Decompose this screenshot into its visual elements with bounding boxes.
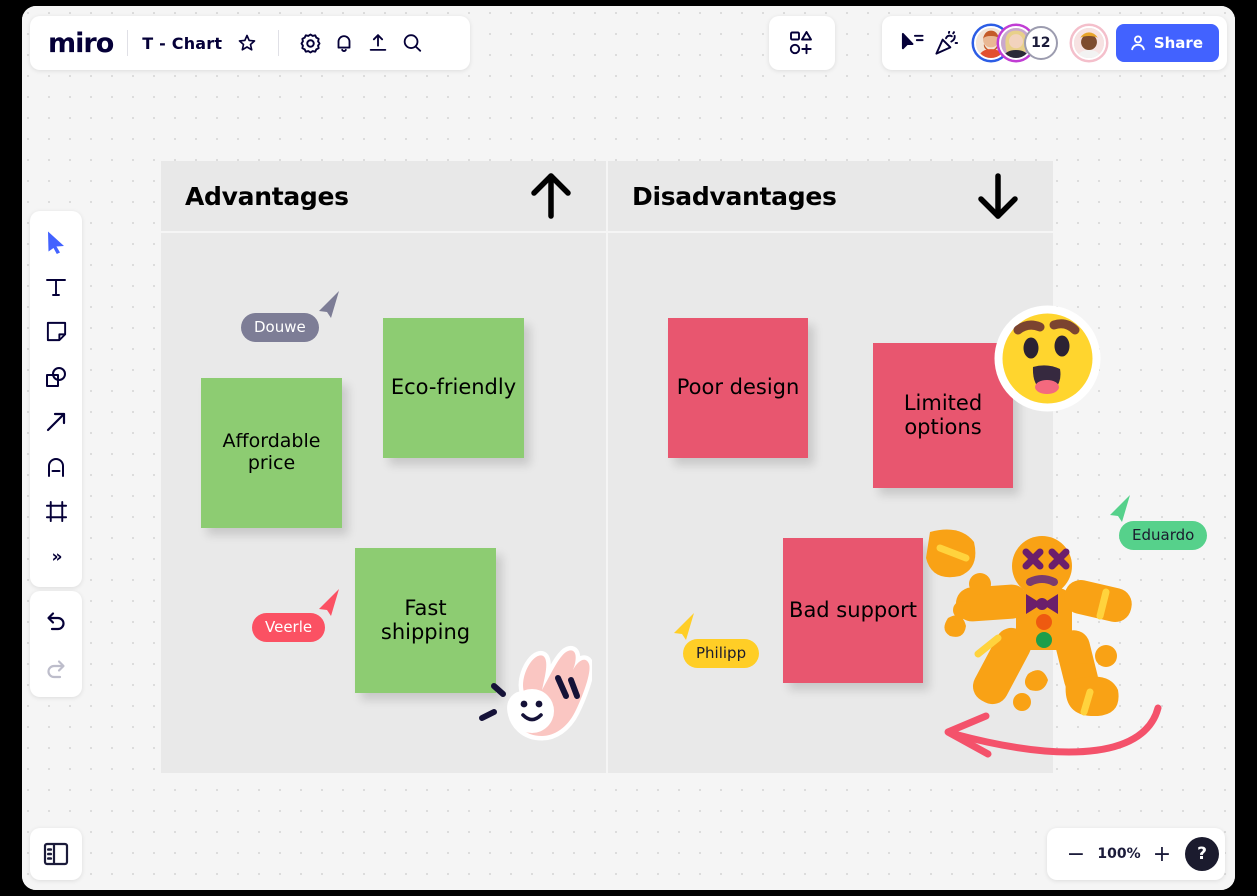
tool-connection-line[interactable]	[36, 399, 76, 444]
share-button[interactable]: Share	[1115, 24, 1219, 62]
apps-panel-button[interactable]	[769, 16, 835, 70]
cursor-label-philipp: Philipp	[683, 639, 760, 668]
party-popper-icon[interactable]	[930, 26, 964, 60]
avatar-current-user[interactable]	[1071, 26, 1106, 60]
cursor-icon	[48, 231, 64, 254]
gear-icon[interactable]	[293, 26, 327, 60]
sticky-note-text: Bad support	[789, 597, 917, 622]
cursor-label-douwe: Douwe	[241, 313, 319, 342]
tool-text[interactable]	[36, 264, 76, 309]
tool-sticky-note[interactable]	[36, 309, 76, 354]
curved-arrow-annotation[interactable]	[914, 696, 1164, 776]
bell-icon[interactable]	[327, 26, 361, 60]
tool-select[interactable]	[36, 219, 76, 264]
left-toolbar: »	[30, 211, 82, 587]
tool-pen[interactable]	[36, 444, 76, 489]
collaborator-avatars[interactable]: 12	[973, 26, 1106, 60]
ok-hand-sticker[interactable]	[474, 632, 595, 742]
arrow-up-icon	[531, 173, 571, 219]
zoom-in-button[interactable]: +	[1147, 839, 1177, 869]
zoom-toolbar: − 100% + ?	[1047, 828, 1225, 880]
tool-shapes[interactable]	[36, 354, 76, 399]
sticky-note-text: Poor design	[676, 375, 800, 400]
cursor-pointer-icon	[1110, 495, 1130, 522]
star-icon[interactable]	[230, 26, 264, 60]
board-title[interactable]: T - Chart	[142, 34, 222, 53]
panel-disadvantages-title: Disadvantages	[632, 181, 837, 211]
zoom-out-button[interactable]: −	[1061, 839, 1091, 869]
cursor-label-veerle: Veerle	[252, 613, 326, 642]
divider	[278, 30, 280, 56]
sticky-note-text: Limited options	[903, 390, 983, 439]
cursor-pointer-icon	[319, 291, 339, 318]
sticky-note-bad-support[interactable]: Bad support	[783, 538, 923, 683]
sticky-note-eco-friendly[interactable]: Eco-friendly	[383, 318, 524, 458]
text-icon	[46, 278, 66, 296]
sticky-note-text: Fast shipping	[380, 595, 471, 644]
broken-gingerbread-man-sticker[interactable]	[918, 526, 1143, 717]
arrow-down-icon	[978, 173, 1018, 219]
panel-advantages-title: Advantages	[185, 181, 349, 211]
frame-icon	[45, 500, 67, 523]
cursor-pointer-icon	[674, 613, 694, 640]
divider	[127, 30, 129, 56]
sticky-note-icon	[46, 321, 66, 342]
tool-frame[interactable]	[36, 489, 76, 534]
sticky-note-poor-design[interactable]: Poor design	[668, 318, 808, 458]
arrow-icon	[46, 412, 66, 431]
sidebar-panel-icon	[43, 842, 69, 866]
avatar-overflow-count[interactable]: 12	[1023, 26, 1058, 60]
cursor-pointer-icon	[319, 589, 339, 616]
search-icon[interactable]	[395, 26, 429, 60]
collaboration-toolbar: 12 Share	[881, 16, 1227, 70]
sticky-note-text: Affordable price	[222, 430, 321, 474]
panel-disadvantages-header: Disadvantages	[608, 161, 1053, 231]
apps-add-icon	[789, 31, 812, 55]
undo-icon	[47, 611, 65, 630]
miro-app-window: Advantages Affordable price Eco-friendly…	[22, 6, 1235, 890]
panel-advantages-header: Advantages	[161, 161, 606, 231]
top-left-toolbar: miro T - Chart	[30, 16, 470, 70]
person-icon	[1131, 35, 1145, 51]
panel-toggle-button[interactable]	[30, 828, 82, 880]
pen-icon	[48, 457, 64, 477]
redo-icon	[47, 659, 65, 678]
chevron-double-right-icon: »	[51, 546, 63, 567]
tool-more[interactable]: »	[36, 534, 76, 579]
sticky-note-affordable-price[interactable]: Affordable price	[201, 378, 342, 528]
history-toolbar	[30, 591, 82, 697]
undo-button[interactable]	[36, 599, 76, 644]
cursor-chat-icon[interactable]	[896, 26, 930, 60]
sticky-note-text: Eco-friendly	[390, 375, 517, 400]
upload-icon[interactable]	[361, 26, 395, 60]
share-button-label: Share	[1153, 34, 1203, 52]
help-button[interactable]: ?	[1185, 837, 1219, 871]
zoom-level-label[interactable]: 100%	[1095, 846, 1143, 862]
shocked-face-sticker[interactable]	[990, 301, 1105, 416]
shapes-icon	[46, 366, 66, 387]
cursor-label-eduardo: Eduardo	[1119, 521, 1208, 550]
redo-button[interactable]	[36, 644, 76, 689]
miro-logo[interactable]: miro	[48, 28, 114, 59]
